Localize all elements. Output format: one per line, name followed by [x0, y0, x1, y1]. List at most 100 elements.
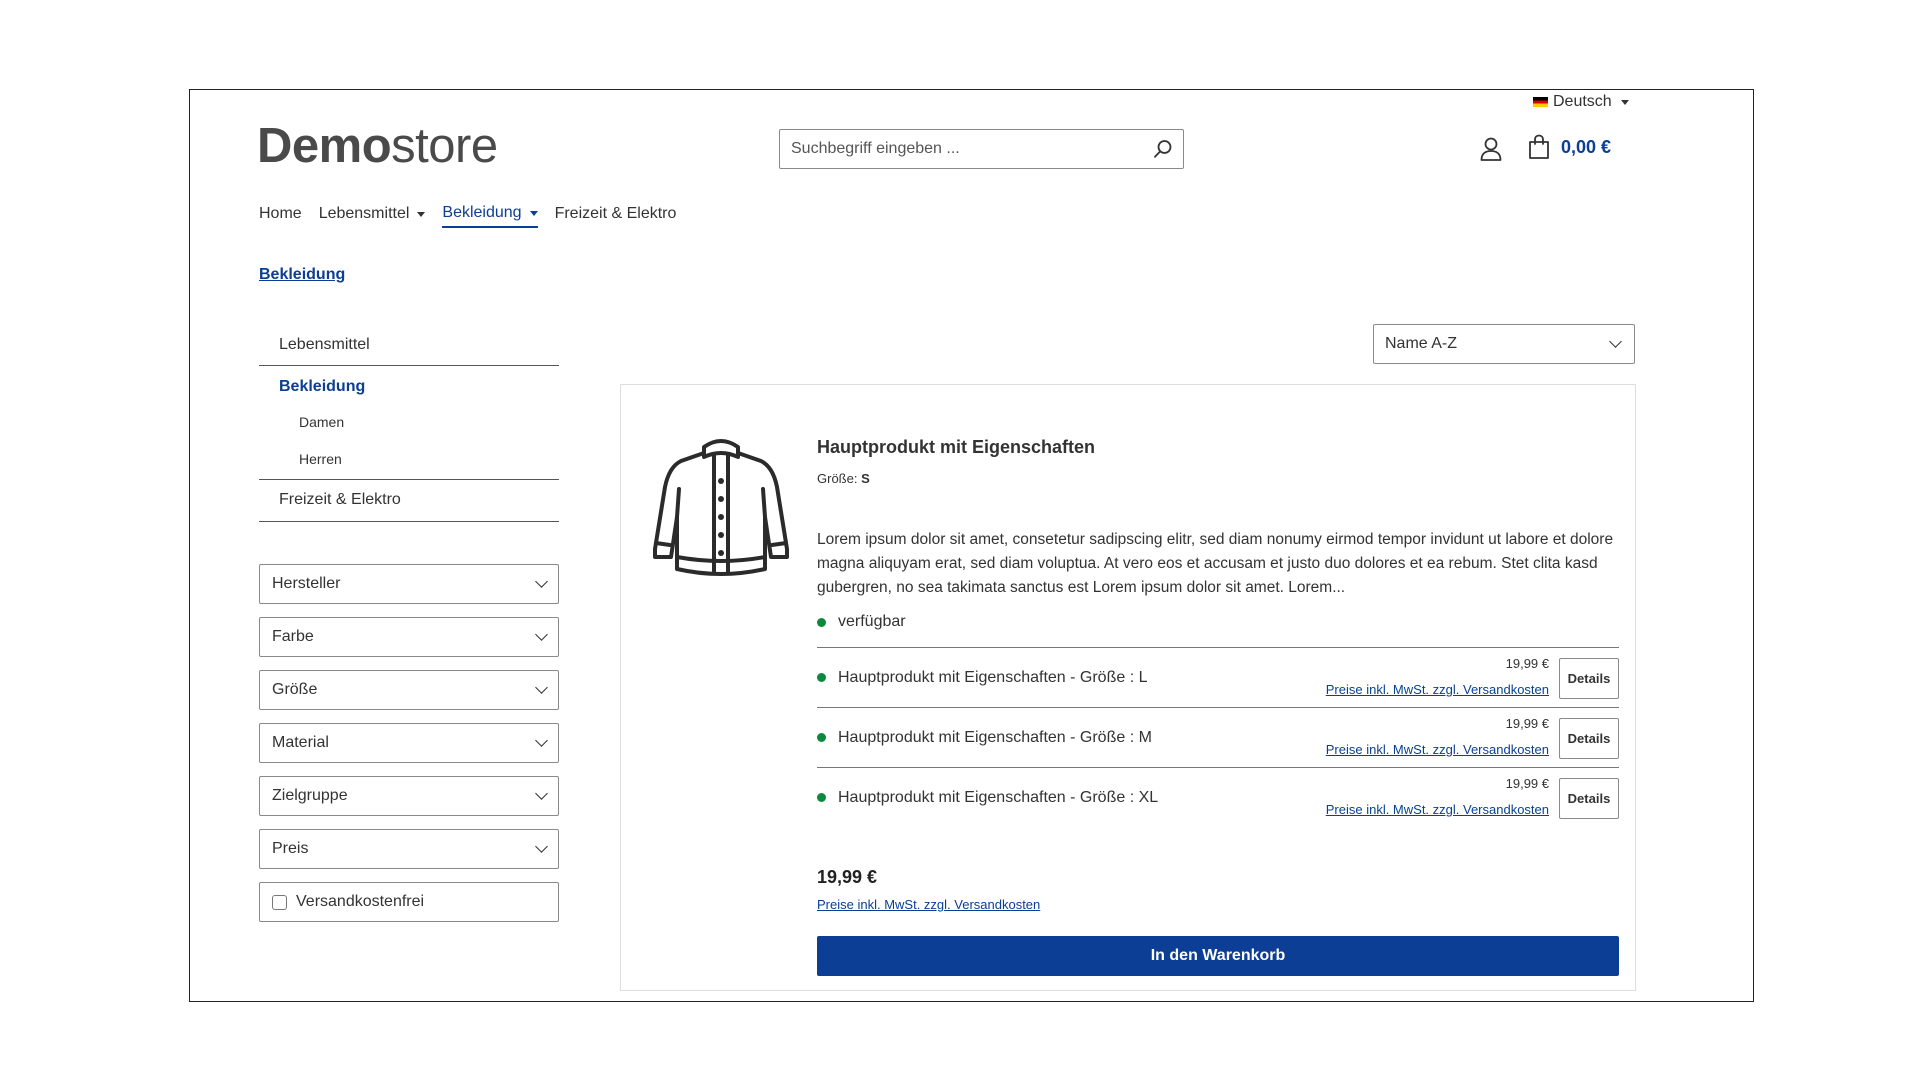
nav-label: Freizeit & Elektro	[554, 205, 677, 222]
filter-hersteller[interactable]: Hersteller	[259, 564, 559, 604]
user-icon	[1480, 137, 1502, 161]
filter-label: Hersteller	[272, 575, 341, 592]
category-sidebar: Lebensmittel Bekleidung Damen Herren Fre…	[259, 326, 559, 522]
caret-down-icon	[417, 211, 426, 217]
sidebar-item-label: Damen	[299, 414, 345, 430]
jacket-icon	[653, 439, 789, 576]
shipping-free-checkbox[interactable]	[272, 894, 287, 910]
chevron-down-icon	[535, 787, 548, 800]
filter-preis[interactable]: Preis	[259, 829, 559, 869]
filter-farbe[interactable]: Farbe	[259, 617, 559, 657]
logo-light: store	[391, 119, 498, 173]
sidebar-item-label: Freizeit & Elektro	[279, 491, 401, 508]
nav-label: Bekleidung	[442, 204, 522, 221]
variant-list: Hauptprodukt mit Eigenschaften - Größe :…	[817, 647, 1619, 827]
nav-label: Home	[259, 205, 302, 222]
variant-details-button[interactable]: Details	[1559, 718, 1619, 759]
caret-down-icon	[1620, 99, 1629, 105]
variant-label: Hauptprodukt mit Eigenschaften - Größe :…	[838, 728, 1152, 746]
variant-name: Hauptprodukt mit Eigenschaften - Größe :…	[817, 729, 1152, 747]
product-card: Hauptprodukt mit Eigenschaften Größe: S …	[620, 384, 1636, 991]
sidebar-item-label: Bekleidung	[279, 378, 366, 395]
variant-details-button[interactable]: Details	[1559, 658, 1619, 699]
filter-panel: Hersteller Farbe Größe Material Zielgrup…	[259, 564, 559, 935]
variant-row: Hauptprodukt mit Eigenschaften - Größe :…	[817, 767, 1619, 827]
size-value: S	[861, 471, 870, 486]
sort-selected: Name A-Z	[1385, 335, 1458, 352]
language-label: Deutsch	[1553, 93, 1612, 110]
sidebar-item-label: Lebensmittel	[279, 336, 370, 353]
nav-item-home[interactable]: Home	[259, 204, 302, 228]
filter-material[interactable]: Material	[259, 723, 559, 763]
filter-label: Farbe	[272, 628, 314, 645]
available-dot-icon	[817, 793, 826, 802]
search-button[interactable]	[1143, 130, 1183, 168]
variant-label: Hauptprodukt mit Eigenschaften - Größe :…	[838, 788, 1159, 806]
variant-details-button[interactable]: Details	[1559, 778, 1619, 819]
variant-label: Hauptprodukt mit Eigenschaften - Größe :…	[838, 668, 1148, 686]
search-box	[779, 129, 1184, 169]
language-selector[interactable]: Deutsch	[1533, 93, 1629, 111]
sidebar-item-bekleidung[interactable]: Bekleidung	[259, 366, 559, 406]
chevron-down-icon	[535, 681, 548, 694]
variant-price: 19,99 €	[1505, 776, 1549, 791]
search-icon	[1154, 140, 1172, 158]
filter-groesse[interactable]: Größe	[259, 670, 559, 710]
variant-price-note-link[interactable]: Preise inkl. MwSt. zzgl. Versandkosten	[1326, 682, 1549, 697]
search-input[interactable]	[780, 130, 1143, 168]
availability-status: verfügbar	[817, 613, 906, 631]
availability-label: verfügbar	[838, 613, 906, 630]
filter-versandkostenfrei[interactable]: Versandkostenfrei	[259, 882, 559, 922]
filter-label: Preis	[272, 840, 309, 857]
filter-label: Größe	[272, 681, 318, 698]
variant-price-note-link[interactable]: Preise inkl. MwSt. zzgl. Versandkosten	[1326, 802, 1549, 817]
variant-price: 19,99 €	[1505, 656, 1549, 671]
variant-name: Hauptprodukt mit Eigenschaften - Größe :…	[817, 669, 1147, 687]
product-description: Lorem ipsum dolor sit amet, consetetur s…	[817, 531, 1614, 596]
chevron-down-icon	[535, 840, 548, 853]
nav-item-bekleidung[interactable]: Bekleidung	[442, 204, 538, 228]
filter-label: Material	[272, 734, 329, 751]
sidebar-item-damen[interactable]: Damen	[259, 406, 559, 443]
main-navigation: Home Lebensmittel Bekleidung Freizeit & …	[259, 204, 676, 228]
cart-total: 0,00 €	[1561, 136, 1612, 157]
sidebar-item-label: Herren	[299, 451, 342, 467]
variant-price: 19,99 €	[1505, 716, 1549, 731]
price-note-link[interactable]: Preise inkl. MwSt. zzgl. Versandkosten	[817, 897, 1040, 912]
sidebar-item-lebensmittel[interactable]: Lebensmittel	[259, 326, 559, 366]
product-price: 19,99 €	[817, 867, 878, 887]
product-size: Größe: S	[817, 471, 870, 486]
filter-label: Zielgruppe	[272, 787, 348, 804]
logo[interactable]: Demostore	[257, 116, 498, 176]
available-dot-icon	[817, 733, 826, 742]
variant-row: Hauptprodukt mit Eigenschaften - Größe :…	[817, 647, 1619, 707]
cart-button[interactable]: 0,00 €	[1527, 134, 1611, 160]
nav-item-freizeit-elektro[interactable]: Freizeit & Elektro	[555, 204, 677, 228]
available-dot-icon	[817, 673, 826, 682]
chevron-down-icon	[535, 734, 548, 747]
add-to-cart-button[interactable]: In den Warenkorb	[817, 936, 1619, 976]
sort-select[interactable]: Name A-Z	[1373, 324, 1635, 364]
account-button[interactable]	[1479, 136, 1503, 164]
shopping-bag-icon	[1529, 134, 1549, 159]
product-name[interactable]: Hauptprodukt mit Eigenschaften	[817, 437, 1095, 458]
chevron-down-icon	[535, 575, 548, 588]
product-image[interactable]	[651, 429, 791, 579]
sidebar-item-freizeit-elektro[interactable]: Freizeit & Elektro	[259, 480, 559, 522]
caret-down-icon	[529, 210, 538, 216]
variant-row: Hauptprodukt mit Eigenschaften - Größe :…	[817, 707, 1619, 767]
size-label: Größe:	[817, 471, 858, 486]
filter-zielgruppe[interactable]: Zielgruppe	[259, 776, 559, 816]
available-dot-icon	[817, 617, 826, 627]
variant-price-note-link[interactable]: Preise inkl. MwSt. zzgl. Versandkosten	[1326, 742, 1549, 757]
chevron-down-icon	[1609, 335, 1622, 348]
sidebar-item-herren[interactable]: Herren	[259, 443, 559, 480]
filter-label: Versandkostenfrei	[296, 893, 425, 910]
logo-bold: Demo	[257, 119, 392, 173]
chevron-down-icon	[535, 628, 548, 641]
variant-name: Hauptprodukt mit Eigenschaften - Größe :…	[817, 789, 1158, 807]
page-title[interactable]: Bekleidung	[259, 266, 345, 284]
german-flag-icon	[1533, 97, 1548, 107]
nav-label: Lebensmittel	[318, 205, 410, 222]
nav-item-lebensmittel[interactable]: Lebensmittel	[319, 204, 426, 228]
